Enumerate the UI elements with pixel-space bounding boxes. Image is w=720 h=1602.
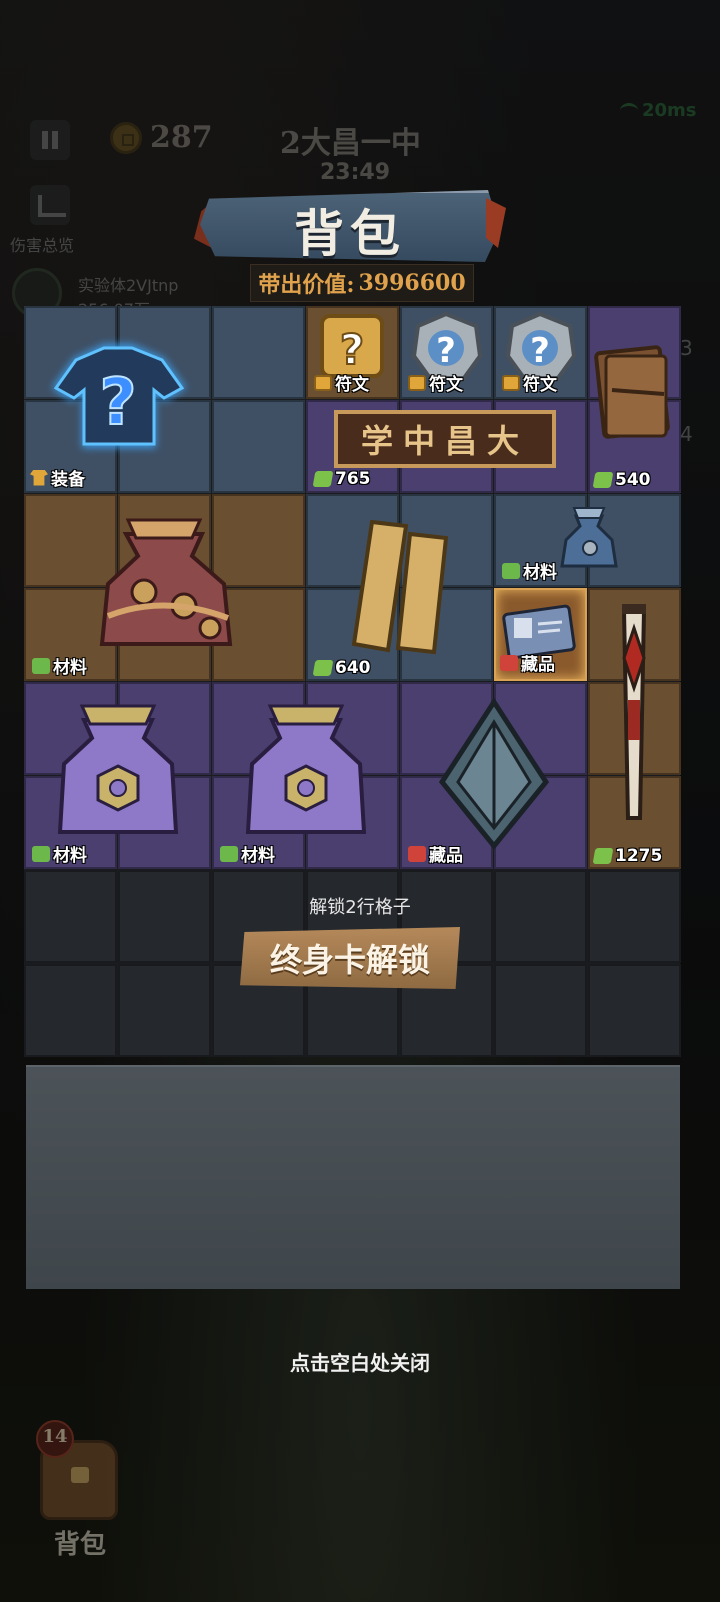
backpack-button[interactable]: 14 背包	[30, 1420, 130, 1560]
item-spike-shield[interactable]: 藏品	[400, 682, 587, 870]
item-leather-book[interactable]: 540	[588, 306, 680, 494]
money-icon	[312, 660, 334, 676]
item-tag: 符文	[502, 370, 557, 395]
item-tag: 材料	[32, 653, 87, 678]
coin-icon	[408, 374, 426, 391]
item-tag: 1275	[592, 846, 662, 866]
lifetime-card-unlock-button[interactable]: 终身卡解锁	[240, 927, 460, 989]
item-tag: 材料	[220, 841, 275, 866]
money-icon	[592, 472, 614, 488]
coin-icon	[314, 374, 332, 391]
item-rune-gold[interactable]: ? 符文	[306, 306, 399, 399]
gold-bar-icon	[351, 519, 449, 655]
tap-to-close-hint[interactable]: 点击空白处关闭	[0, 1347, 720, 1376]
item-tag: 640	[312, 658, 371, 678]
item-coin-pouch-red[interactable]: 材料	[24, 494, 305, 682]
item-purple-pouch-2[interactable]: 材料	[212, 682, 399, 870]
svg-text:?: ?	[436, 331, 456, 371]
item-rune-silver-2[interactable]: ? 符文	[494, 306, 587, 399]
material-icon	[502, 562, 520, 579]
item-tag: 符文	[408, 370, 463, 395]
item-gold-bars[interactable]: 640	[306, 494, 493, 682]
item-tag: 540	[592, 470, 651, 490]
carry-label: 带出价值:	[258, 272, 355, 298]
item-tag: 材料	[32, 841, 87, 866]
item-school-plaque[interactable]: 学中昌大 765	[306, 400, 587, 493]
money-icon	[592, 848, 614, 864]
carry-amount: 3996600	[358, 270, 466, 296]
equip-icon	[30, 469, 48, 486]
item-tag: 765	[312, 469, 371, 489]
item-rune-silver-1[interactable]: ? 符文	[400, 306, 493, 399]
collection-icon	[408, 845, 426, 862]
plaque-board: 学中昌大	[334, 410, 556, 468]
collection-icon	[500, 654, 518, 671]
backpack-count-badge: 14	[36, 1420, 74, 1458]
money-icon	[312, 471, 334, 487]
material-icon	[32, 657, 50, 674]
backpack-label: 背包	[53, 1530, 106, 1560]
unlock-rows-text: 解锁2行格子	[309, 897, 411, 918]
book-icon	[594, 345, 670, 439]
empty-storage-panel	[26, 1065, 680, 1289]
bat-icon	[621, 604, 647, 820]
svg-text:?: ?	[99, 366, 136, 440]
item-tag: 藏品	[408, 841, 463, 866]
backpack-banner: 背包	[194, 190, 506, 263]
item-purple-pouch-1[interactable]: 材料	[24, 682, 211, 870]
material-icon	[220, 845, 238, 862]
item-tag: 符文	[314, 370, 369, 395]
coin-icon	[502, 374, 520, 391]
carry-out-value: 带出价值: 3996600	[250, 264, 474, 302]
panel-title: 背包	[294, 204, 406, 263]
material-icon	[32, 845, 50, 862]
svg-text:?: ?	[530, 331, 550, 371]
item-id-badge[interactable]: 藏品	[494, 588, 587, 681]
item-tag: 材料	[502, 558, 557, 583]
svg-text:?: ?	[340, 325, 364, 374]
item-tag: 装备	[30, 465, 85, 490]
item-mystery-shirt[interactable]: ? 装备	[24, 306, 212, 494]
item-bat-club[interactable]: 1275	[588, 588, 680, 870]
item-tag: 藏品	[500, 650, 555, 675]
item-small-blue-pouch[interactable]: 材料	[494, 494, 680, 587]
